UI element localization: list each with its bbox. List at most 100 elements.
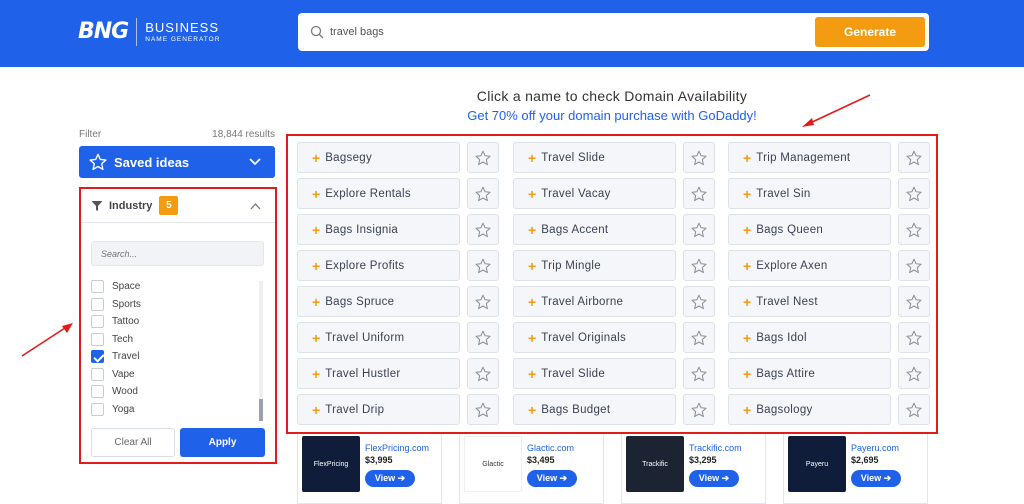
name-suggestion[interactable]: + Bags Attire: [728, 358, 891, 389]
generate-button[interactable]: Generate: [815, 17, 925, 47]
save-star-button[interactable]: [683, 214, 715, 245]
chevron-up-icon[interactable]: [250, 202, 261, 210]
name-suggestion[interactable]: + Travel Drip: [297, 394, 460, 425]
industry-option[interactable]: Wood: [91, 383, 251, 401]
save-star-button[interactable]: [683, 250, 715, 281]
save-star-button[interactable]: [467, 178, 499, 209]
name-suggestion[interactable]: + Bags Queen: [728, 214, 891, 245]
star-icon: [906, 330, 922, 346]
save-star-button[interactable]: [467, 286, 499, 317]
view-button[interactable]: View ➔: [851, 470, 901, 487]
industry-option[interactable]: Space: [91, 278, 251, 296]
checkbox[interactable]: [91, 297, 104, 311]
name-suggestion[interactable]: + Bags Insignia: [297, 214, 460, 245]
star-icon: [475, 366, 491, 382]
name-suggestion[interactable]: + Travel Vacay: [513, 178, 676, 209]
domain-name[interactable]: FlexPricing.com: [365, 443, 429, 453]
plus-icon: +: [743, 221, 752, 238]
industry-option[interactable]: Vape: [91, 366, 251, 384]
save-star-button[interactable]: [898, 322, 930, 353]
view-button[interactable]: View ➔: [527, 470, 577, 487]
name-suggestion[interactable]: + Travel Hustler: [297, 358, 460, 389]
name-suggestion[interactable]: + Explore Axen: [728, 250, 891, 281]
name-label: Travel Vacay: [541, 187, 611, 200]
industry-option[interactable]: Tech: [91, 331, 251, 349]
premium-domain-card[interactable]: Trackific Trackific.com $3,295 View ➔: [621, 434, 766, 504]
save-star-button[interactable]: [683, 178, 715, 209]
checkbox[interactable]: [91, 402, 104, 416]
star-icon: [906, 150, 922, 166]
name-suggestion[interactable]: + Explore Profits: [297, 250, 460, 281]
plus-icon: +: [312, 221, 321, 238]
search-input[interactable]: [330, 22, 800, 42]
name-suggestion[interactable]: + Bagsology: [728, 394, 891, 425]
name-suggestion[interactable]: + Bags Spruce: [297, 286, 460, 317]
name-suggestion-row: + Bags Insignia: [297, 214, 503, 245]
industry-option[interactable]: Sports: [91, 296, 251, 314]
save-star-button[interactable]: [898, 286, 930, 317]
save-star-button[interactable]: [467, 358, 499, 389]
clear-all-button[interactable]: Clear All: [91, 428, 175, 457]
name-suggestion[interactable]: + Travel Uniform: [297, 322, 460, 353]
name-suggestion-row: + Travel Uniform: [297, 322, 503, 353]
scrollbar-thumb[interactable]: [259, 399, 263, 421]
save-star-button[interactable]: [467, 322, 499, 353]
domain-name[interactable]: Glactic.com: [527, 443, 574, 453]
checkbox[interactable]: [91, 367, 104, 381]
save-star-button[interactable]: [683, 286, 715, 317]
industry-option[interactable]: Yoga: [91, 401, 251, 419]
domain-logo-image: FlexPricing: [302, 436, 360, 492]
name-suggestion[interactable]: + Trip Management: [728, 142, 891, 173]
premium-domain-card[interactable]: FlexPricing FlexPricing.com $3,995 View ➔: [297, 434, 442, 504]
industry-option[interactable]: Tattoo: [91, 313, 251, 331]
star-icon: [475, 150, 491, 166]
plus-icon: +: [743, 257, 752, 274]
domain-name[interactable]: Trackific.com: [689, 443, 742, 453]
premium-domain-card[interactable]: Payeru Payeru.com $2,695 View ➔: [783, 434, 928, 504]
name-suggestion[interactable]: + Travel Airborne: [513, 286, 676, 317]
save-star-button[interactable]: [467, 250, 499, 281]
name-suggestion[interactable]: + Travel Slide: [513, 358, 676, 389]
save-star-button[interactable]: [683, 394, 715, 425]
save-star-button[interactable]: [898, 358, 930, 389]
domain-name[interactable]: Payeru.com: [851, 443, 899, 453]
save-star-button[interactable]: [898, 394, 930, 425]
checkbox[interactable]: [91, 280, 104, 294]
name-suggestion[interactable]: + Bags Accent: [513, 214, 676, 245]
checkbox[interactable]: [91, 332, 104, 346]
logo[interactable]: BNG BUSINESS NAME GENERATOR: [78, 18, 220, 46]
save-star-button[interactable]: [683, 322, 715, 353]
name-suggestion[interactable]: + Bags Idol: [728, 322, 891, 353]
checkbox[interactable]: [91, 315, 104, 329]
save-star-button[interactable]: [467, 142, 499, 173]
star-icon: [691, 150, 707, 166]
checkbox[interactable]: [91, 385, 104, 399]
save-star-button[interactable]: [898, 142, 930, 173]
industry-option[interactable]: Travel: [91, 348, 251, 366]
name-suggestion[interactable]: + Travel Originals: [513, 322, 676, 353]
premium-domain-card[interactable]: Glactic Glactic.com $3,495 View ➔: [459, 434, 604, 504]
view-button[interactable]: View ➔: [365, 470, 415, 487]
save-star-button[interactable]: [898, 250, 930, 281]
name-suggestion[interactable]: + Explore Rentals: [297, 178, 460, 209]
names-column-3: + Trip Management + Travel Sin + Bags Queen + E…: [728, 142, 934, 430]
name-suggestion[interactable]: + Travel Nest: [728, 286, 891, 317]
name-suggestion[interactable]: + Bags Budget: [513, 394, 676, 425]
save-star-button[interactable]: [898, 178, 930, 209]
name-suggestion[interactable]: + Travel Sin: [728, 178, 891, 209]
checkbox[interactable]: [91, 350, 104, 364]
save-star-button[interactable]: [683, 142, 715, 173]
save-star-button[interactable]: [467, 394, 499, 425]
name-suggestion[interactable]: + Travel Slide: [513, 142, 676, 173]
industry-search-input[interactable]: [91, 241, 264, 266]
name-suggestion[interactable]: + Trip Mingle: [513, 250, 676, 281]
industry-header[interactable]: Industry 5: [81, 189, 275, 223]
view-button[interactable]: View ➔: [689, 470, 739, 487]
apply-button[interactable]: Apply: [180, 428, 265, 457]
save-star-button[interactable]: [683, 358, 715, 389]
logo-text: BUSINESS NAME GENERATOR: [137, 21, 220, 44]
saved-ideas-button[interactable]: Saved ideas: [79, 146, 275, 178]
name-suggestion[interactable]: + Bagsegy: [297, 142, 460, 173]
save-star-button[interactable]: [898, 214, 930, 245]
save-star-button[interactable]: [467, 214, 499, 245]
